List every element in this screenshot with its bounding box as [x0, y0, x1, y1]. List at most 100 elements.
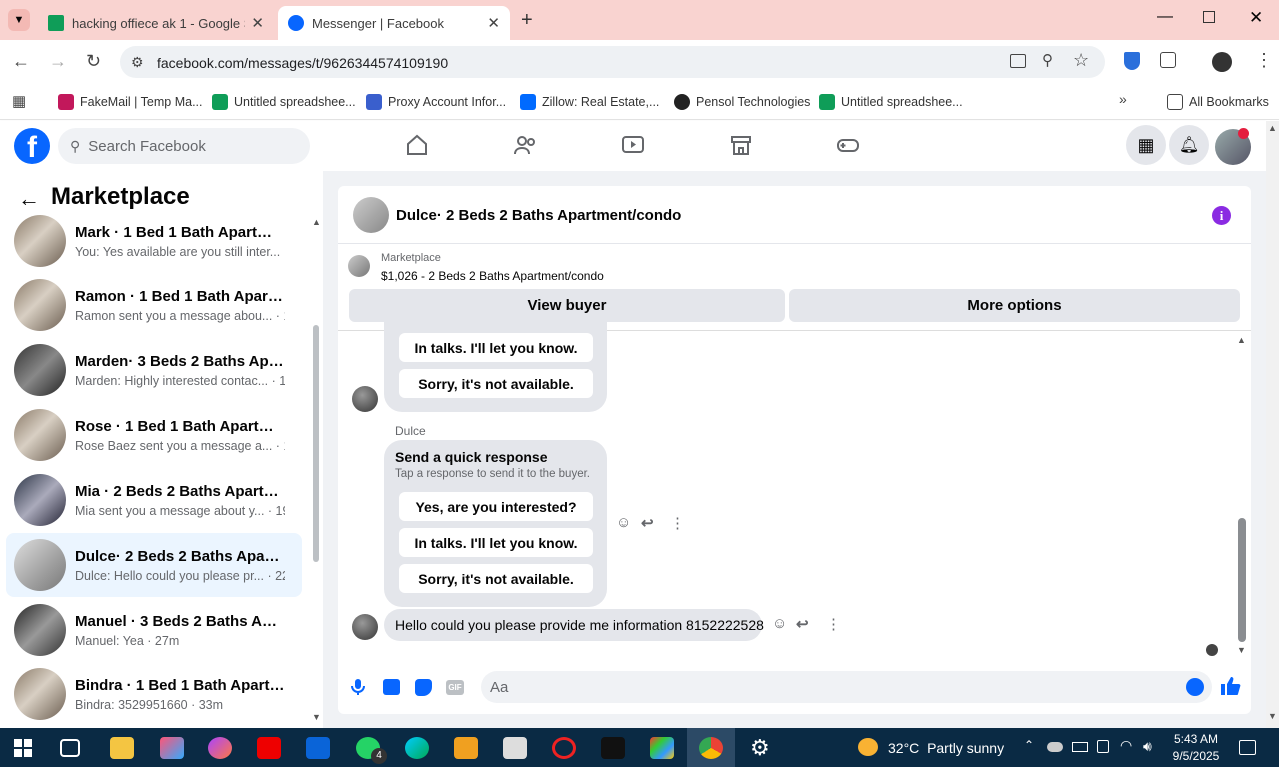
youtube-icon[interactable] — [257, 737, 281, 759]
notifications-button[interactable]: 🔔︎ — [1169, 125, 1209, 165]
shield-icon[interactable] — [1124, 52, 1140, 70]
close-window-button[interactable]: ✕ — [1249, 8, 1263, 28]
restore-button[interactable] — [1203, 11, 1215, 23]
tab-search-button[interactable]: ▼ — [8, 9, 30, 31]
bookmark-spreadsheet-1[interactable]: Untitled spreadshee... — [212, 92, 356, 112]
zoom-icon[interactable]: ⚲ — [1042, 51, 1053, 69]
like-icon[interactable] — [1220, 676, 1241, 696]
weather-text[interactable]: 32°C Partly sunny — [888, 740, 1004, 756]
start-icon[interactable] — [14, 739, 32, 757]
close-icon[interactable]: ✕ — [251, 14, 264, 32]
copilot-icon[interactable] — [160, 737, 184, 759]
task-view-icon[interactable] — [60, 739, 80, 757]
home-icon[interactable] — [405, 133, 429, 157]
all-bookmarks[interactable]: All Bookmarks — [1167, 92, 1269, 112]
more-icon[interactable]: ⋮ — [670, 514, 685, 532]
battery-icon[interactable] — [1072, 742, 1088, 752]
quick-option-in-talks[interactable]: In talks. I'll let you know. — [399, 528, 593, 557]
more-options-button[interactable]: More options — [789, 289, 1240, 322]
profile-avatar[interactable] — [1212, 52, 1232, 72]
outlook-icon[interactable] — [306, 737, 330, 759]
reply-icon[interactable]: ↩ — [796, 615, 809, 633]
conversation-item[interactable]: Ramon · 1 Bed 1 Bath Apartmen... Ramon se… — [6, 273, 302, 337]
more-icon[interactable]: ⋮ — [826, 615, 841, 633]
onedrive-icon[interactable] — [1047, 742, 1063, 752]
menu-icon[interactable]: ⋮ — [1255, 50, 1273, 71]
install-app-icon[interactable] — [1010, 54, 1026, 68]
page-scroll-down-arrow[interactable]: ▼ — [1268, 711, 1277, 721]
info-icon[interactable]: i — [1212, 206, 1231, 225]
page-scroll-up-arrow[interactable]: ▲ — [1268, 123, 1277, 133]
sidebar-scrollbar[interactable] — [313, 325, 319, 562]
page-scrollbar[interactable] — [1266, 121, 1279, 728]
bookmark-pensol[interactable]: Pensol Technologies — [674, 92, 810, 112]
react-icon[interactable]: ☺ — [616, 514, 631, 531]
conversation-item[interactable]: Mia · 2 Beds 2 Baths Apartment... Mia sen… — [6, 468, 302, 532]
listing-avatar[interactable] — [353, 197, 389, 233]
edge-icon[interactable] — [405, 737, 429, 759]
facebook-logo[interactable]: f — [14, 128, 50, 164]
marketplace-icon[interactable] — [729, 133, 753, 157]
system-clock[interactable]: 5:43 AM 9/5/2025 — [1168, 731, 1224, 765]
chat-title[interactable]: Dulce· 2 Beds 2 Baths Apartment/condo — [396, 207, 681, 224]
quick-option-not-available[interactable]: Sorry, it's not available. — [399, 564, 593, 593]
reload-icon[interactable]: ↻ — [86, 51, 101, 72]
tiktok-icon[interactable] — [601, 737, 625, 759]
chat-scrollbar[interactable] — [1238, 518, 1246, 642]
opera-icon[interactable] — [552, 737, 576, 759]
file-explorer-icon[interactable] — [110, 737, 134, 759]
bookmark-fakemail[interactable]: FakeMail | Temp Ma... — [58, 92, 203, 112]
chat-scroll-up-arrow[interactable]: ▲ — [1237, 335, 1246, 345]
site-info-icon[interactable]: ⚙ — [131, 54, 144, 71]
tab-google-sheets[interactable]: hacking offiece ak 1 - Google Sh ✕ — [38, 6, 274, 40]
listing-title[interactable]: $1,026 - 2 Beds 2 Baths Apartment/condo — [381, 269, 604, 283]
conversation-item[interactable]: Mark · 1 Bed 1 Bath Apartment/... You: Ye… — [6, 209, 302, 273]
wifi-icon[interactable]: ◠ — [1120, 737, 1132, 754]
apps-icon[interactable]: ▦ — [12, 92, 26, 110]
app-icon[interactable] — [503, 737, 527, 759]
extensions-icon[interactable] — [1160, 52, 1176, 68]
app-icon[interactable] — [208, 737, 232, 759]
bookmark-spreadsheet-2[interactable]: Untitled spreadshee... — [819, 92, 963, 112]
menu-grid-button[interactable]: ▦ — [1126, 125, 1166, 165]
react-icon[interactable]: ☺ — [772, 615, 787, 632]
gaming-icon[interactable] — [836, 133, 860, 157]
chrome-icon[interactable] — [699, 737, 723, 759]
tab-messenger[interactable]: Messenger | Facebook ✕ — [278, 6, 510, 40]
search-input[interactable]: ⚲ Search Facebook — [58, 128, 310, 164]
listing-thumbnail[interactable] — [348, 255, 370, 277]
volume-icon[interactable]: 🔊︎ — [1143, 738, 1152, 755]
quick-option-in-talks[interactable]: In talks. I'll let you know. — [399, 333, 593, 362]
more-bookmarks-icon[interactable]: » — [1119, 91, 1127, 107]
minimize-button[interactable]: — — [1157, 8, 1173, 26]
reply-icon[interactable]: ↩ — [641, 514, 654, 532]
photo-icon[interactable] — [383, 679, 400, 695]
device-icon[interactable] — [1097, 740, 1109, 753]
forward-arrow-icon[interactable]: → — [49, 51, 67, 72]
bookmark-proxy[interactable]: Proxy Account Infor... — [366, 92, 506, 112]
video-icon[interactable] — [621, 133, 645, 157]
new-tab-button[interactable]: + — [521, 9, 533, 32]
conversation-item[interactable]: Manuel · 3 Beds 2 Baths Apartm... Manuel:… — [6, 598, 302, 662]
quick-option-interested[interactable]: Yes, are you interested? — [399, 492, 593, 521]
notification-center-icon[interactable] — [1239, 740, 1256, 755]
bookmark-star-icon[interactable]: ☆ — [1073, 50, 1089, 71]
conversation-item[interactable]: Bindra · 1 Bed 1 Bath Apartment... Bindra… — [6, 662, 302, 726]
back-arrow-icon[interactable]: ← — [12, 51, 30, 72]
settings-icon[interactable]: ⚙ — [750, 735, 770, 761]
gif-icon[interactable]: GIF — [446, 680, 464, 695]
conversation-item-selected[interactable]: Dulce· 2 Beds 2 Baths Apartmen... Dulce: … — [6, 533, 302, 597]
close-icon[interactable]: ✕ — [487, 14, 500, 32]
store-icon[interactable] — [650, 737, 674, 759]
emoji-icon[interactable] — [1186, 678, 1204, 696]
microphone-icon[interactable] — [350, 678, 366, 696]
scroll-up-arrow[interactable]: ▲ — [312, 217, 321, 227]
view-buyer-button[interactable]: View buyer — [349, 289, 785, 322]
tray-chevron-icon[interactable]: ⌃ — [1024, 738, 1034, 752]
chat-scroll-down-arrow[interactable]: ▼ — [1237, 645, 1246, 655]
url-text[interactable]: facebook.com/messages/t/9626344574109190 — [157, 55, 448, 71]
conversation-item[interactable]: Marden· 3 Beds 2 Baths Apartm... Marden: … — [6, 338, 302, 402]
bookmark-zillow[interactable]: Zillow: Real Estate,... — [520, 92, 659, 112]
medal-app-icon[interactable] — [454, 737, 478, 759]
scroll-down-arrow[interactable]: ▼ — [312, 712, 321, 722]
